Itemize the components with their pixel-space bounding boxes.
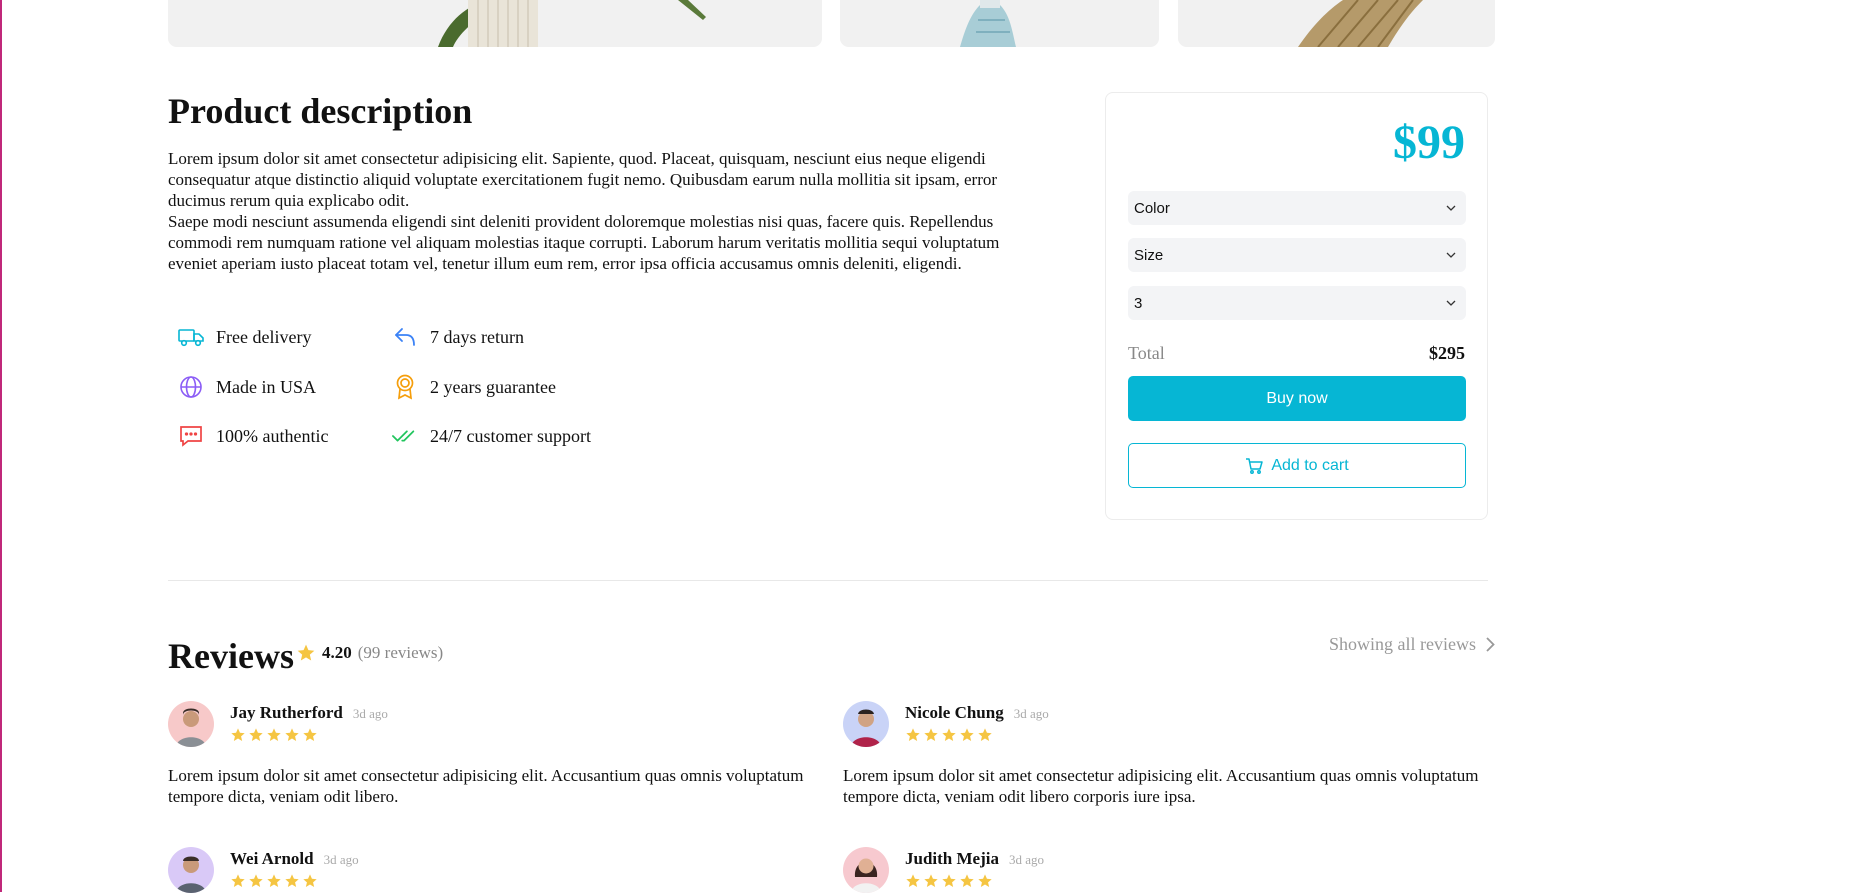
- product-image-3[interactable]: [1178, 0, 1495, 47]
- feature-label: Made in USA: [216, 376, 316, 397]
- star-icon: [906, 728, 920, 741]
- star-icon: [297, 644, 315, 661]
- star-icon: [924, 728, 938, 741]
- chevron-down-icon: [1446, 300, 1456, 306]
- review-time: 3d ago: [1013, 706, 1049, 721]
- feature-free-delivery: Free delivery: [178, 323, 311, 351]
- truck-icon: [178, 324, 204, 350]
- avatar: [843, 847, 889, 893]
- star-icon: [960, 874, 974, 887]
- rating-stars: [230, 727, 318, 743]
- return-arrow-icon: [392, 324, 418, 350]
- medal-icon: [392, 374, 418, 400]
- product-description-title: Product description: [168, 91, 473, 131]
- size-select[interactable]: Size: [1128, 238, 1466, 272]
- select-value: 3: [1134, 294, 1143, 312]
- price: $99: [1393, 116, 1465, 169]
- avatar: [168, 847, 214, 893]
- reviewer-name: Nicole Chung 3d ago: [905, 703, 1049, 723]
- review-time: 3d ago: [323, 852, 359, 867]
- review-time: 3d ago: [352, 706, 388, 721]
- reviewer-name: Wei Arnold 3d ago: [230, 849, 359, 869]
- feature-label: 2 years guarantee: [430, 376, 556, 397]
- total-value: $295: [1429, 343, 1465, 363]
- star-icon: [303, 728, 317, 741]
- product-image-1[interactable]: [168, 0, 822, 47]
- description-paragraph: Saepe modi nesciunt assumenda eligendi s…: [168, 212, 1000, 273]
- chat-bubble-icon: [178, 423, 204, 449]
- chevron-down-icon: [1446, 205, 1456, 211]
- star-icon: [960, 728, 974, 741]
- star-icon: [924, 874, 938, 887]
- reviewer-name-text: Judith Mejia: [905, 849, 999, 868]
- select-value: Size: [1134, 246, 1164, 264]
- star-icon: [303, 874, 317, 887]
- feature-label: 7 days return: [430, 326, 524, 347]
- reviews-title: Reviews: [168, 636, 294, 676]
- reviewer-name: Jay Rutherford 3d ago: [230, 703, 388, 723]
- feature-customer-support: 24/7 customer support: [392, 422, 591, 450]
- star-icon: [978, 874, 992, 887]
- reviews-average: 4.20: [322, 643, 352, 662]
- star-icon: [906, 874, 920, 887]
- star-icon: [249, 874, 263, 887]
- reviewer-name-text: Jay Rutherford: [230, 703, 343, 722]
- star-icon: [231, 728, 245, 741]
- show-all-reviews-link[interactable]: Showing all reviews: [1329, 634, 1495, 655]
- select-value: Color: [1134, 199, 1170, 217]
- quantity-select[interactable]: 3: [1128, 286, 1466, 320]
- feature-label: 24/7 customer support: [430, 425, 591, 446]
- feature-made-in-usa: Made in USA: [178, 373, 316, 401]
- reviews-count: (99 reviews): [357, 643, 444, 662]
- rating-stars: [905, 873, 993, 889]
- review-time: 3d ago: [1008, 852, 1045, 867]
- feature-label: Free delivery: [216, 326, 312, 347]
- color-select[interactable]: Color: [1128, 191, 1466, 225]
- star-icon: [978, 728, 992, 741]
- feature-authentic: 100% authentic: [178, 422, 328, 450]
- review-text: Lorem ipsum dolor sit amet consectetur a…: [168, 766, 804, 806]
- buy-now-button[interactable]: Buy now: [1128, 376, 1466, 421]
- buy-now-label: Buy now: [1266, 389, 1328, 407]
- product-image-2[interactable]: [840, 0, 1159, 47]
- reviewer-name-text: Nicole Chung: [905, 703, 1004, 722]
- reviewer-name: Judith Mejia 3d ago: [905, 849, 1044, 869]
- reviews-summary: 4.20 (99 reviews): [296, 643, 443, 663]
- feature-days-return: 7 days return: [392, 323, 524, 351]
- star-icon: [285, 728, 299, 741]
- section-divider: [168, 580, 1488, 581]
- purchase-card: $99 Color Size 3 Total $295 Buy now Add …: [1105, 92, 1488, 520]
- chevron-down-icon: [1446, 252, 1456, 258]
- feature-years-guarantee: 2 years guarantee: [392, 373, 556, 401]
- star-icon: [942, 728, 956, 741]
- add-to-cart-button[interactable]: Add to cart: [1128, 443, 1466, 488]
- star-icon: [267, 874, 281, 887]
- star-icon: [285, 874, 299, 887]
- add-to-cart-label: Add to cart: [1271, 456, 1349, 474]
- review-text: Lorem ipsum dolor sit amet consectetur a…: [843, 766, 1479, 806]
- avatar: [843, 701, 889, 747]
- show-all-label: Showing all reviews: [1329, 634, 1476, 654]
- star-icon: [249, 728, 263, 741]
- reviewer-name-text: Wei Arnold: [230, 849, 314, 868]
- star-icon: [231, 874, 245, 887]
- product-description-text: Lorem ipsum dolor sit amet consectetur a…: [168, 148, 1048, 274]
- left-edge-bar: [0, 0, 2, 892]
- star-icon: [942, 874, 956, 887]
- globe-icon: [178, 374, 204, 400]
- cart-icon: [1246, 457, 1264, 474]
- rating-stars: [230, 873, 318, 889]
- description-paragraph: Lorem ipsum dolor sit amet consectetur a…: [168, 149, 998, 210]
- rating-stars: [905, 727, 993, 743]
- avatar: [168, 701, 214, 747]
- double-check-icon: [392, 423, 418, 449]
- star-icon: [267, 728, 281, 741]
- total-label: Total: [1128, 343, 1165, 363]
- feature-label: 100% authentic: [216, 425, 329, 446]
- chevron-right-icon: [1486, 637, 1495, 652]
